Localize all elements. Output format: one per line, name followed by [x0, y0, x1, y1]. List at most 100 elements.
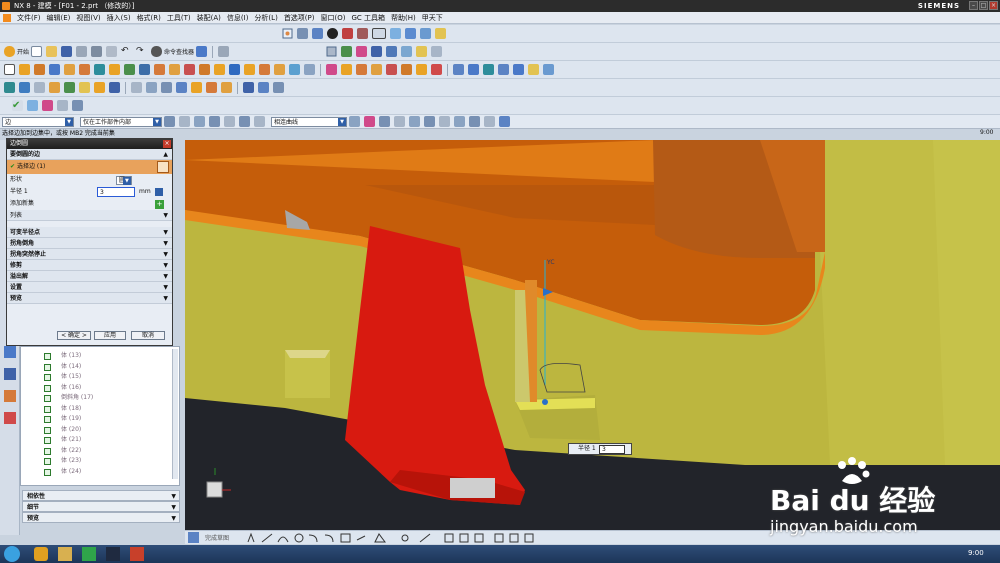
tree-scrollbar[interactable]: [172, 349, 178, 479]
start-button[interactable]: 开始: [17, 47, 29, 56]
curve-rule-select[interactable]: 相连曲线: [271, 116, 347, 127]
snap-quadrant-icon[interactable]: [424, 116, 435, 127]
box-select-icon[interactable]: [499, 116, 510, 127]
command-finder-icon[interactable]: [151, 46, 163, 57]
radius-popup-input[interactable]: 3: [599, 445, 625, 454]
unite-icon[interactable]: [259, 64, 270, 75]
history-icon[interactable]: [4, 412, 16, 424]
snap-control-icon[interactable]: [379, 116, 390, 127]
tree-item[interactable]: 倒斜角 (17): [21, 393, 179, 404]
core-cavity-icon[interactable]: [273, 82, 284, 93]
through-curves-icon[interactable]: [468, 64, 479, 75]
copy-icon[interactable]: [91, 46, 103, 57]
helix-icon[interactable]: [94, 82, 105, 93]
datum-plane-icon[interactable]: [4, 82, 15, 93]
constraint-icon[interactable]: [356, 46, 368, 57]
cancel-button[interactable]: 取消: [131, 331, 165, 340]
edge-blend-icon[interactable]: [154, 64, 165, 75]
finish-sketch-icon[interactable]: [188, 532, 199, 543]
checkbox-icon[interactable]: [44, 416, 51, 423]
mirror-face-icon[interactable]: [431, 64, 442, 75]
sketch-icon[interactable]: [4, 64, 15, 75]
arc-icon[interactable]: [79, 82, 90, 93]
list-group[interactable]: 列表 ▼: [7, 210, 172, 221]
menu-format[interactable]: 格式(R): [137, 13, 161, 23]
deselect-all-icon[interactable]: [179, 116, 190, 127]
surface-icon[interactable]: [453, 64, 464, 75]
ruler-icon[interactable]: [416, 46, 428, 57]
work-layer-icon[interactable]: [405, 28, 416, 39]
checkbox-icon[interactable]: [44, 458, 51, 465]
menu-file[interactable]: 文件(F): [17, 13, 41, 23]
snap-intersection-icon[interactable]: [394, 116, 405, 127]
draft-icon[interactable]: [199, 64, 210, 75]
extrude-icon[interactable]: [19, 64, 30, 75]
add-set-icon[interactable]: +: [155, 200, 164, 209]
snap-on-face-icon[interactable]: [454, 116, 465, 127]
render-style-icon[interactable]: [327, 28, 338, 39]
scope-filter-select[interactable]: 仅在工作部件内部: [80, 116, 162, 127]
start-icon[interactable]: [4, 46, 15, 57]
split-body-icon[interactable]: [244, 64, 255, 75]
bounded-plane-icon[interactable]: [513, 64, 524, 75]
shape-select[interactable]: 圆形: [115, 176, 132, 185]
snap-endpoint-icon[interactable]: [349, 116, 360, 127]
mate-icon[interactable]: [371, 46, 383, 57]
pattern-icon[interactable]: [304, 64, 315, 75]
select-edge-icon[interactable]: [254, 116, 265, 127]
media-icon[interactable]: [130, 547, 144, 561]
sync-offset-icon[interactable]: [341, 64, 352, 75]
tree-item[interactable]: 体 (20): [21, 425, 179, 436]
group-corner-setback[interactable]: 拐角倒角 ▼: [7, 238, 172, 249]
replace-face-icon[interactable]: [356, 64, 367, 75]
checkbox-icon[interactable]: [44, 384, 51, 392]
menu-gc-toolbox[interactable]: GC 工具箱: [351, 13, 385, 23]
app-icon[interactable]: [82, 547, 96, 561]
group-overflow[interactable]: 溢出解 ▼: [7, 271, 172, 282]
assembly-icon[interactable]: [326, 46, 337, 57]
tree-item[interactable]: 体 (23): [21, 456, 179, 467]
menu-insert[interactable]: 插入(S): [107, 13, 131, 23]
radius-input[interactable]: 3: [97, 187, 135, 197]
fit-view-icon[interactable]: [282, 28, 293, 39]
menu-assembly[interactable]: 装配(A): [197, 13, 221, 23]
selection-mode-icon[interactable]: [164, 116, 175, 127]
menu-analysis[interactable]: 分析(L): [254, 13, 277, 23]
select-edge-row[interactable]: ✔ 选择边 (1): [7, 160, 172, 174]
tree-item[interactable]: 体 (14): [21, 362, 179, 373]
snap-bounded-icon[interactable]: [484, 116, 495, 127]
checkbox-icon[interactable]: [44, 426, 51, 434]
explorer-icon[interactable]: [58, 547, 72, 561]
dialog-close-button[interactable]: ×: [163, 140, 171, 148]
menu-tools[interactable]: 工具(T): [167, 13, 191, 23]
radius-menu-icon[interactable]: [155, 188, 163, 196]
group-variable-radius[interactable]: 可变半径点 ▼: [7, 227, 172, 238]
mold-tool-icon[interactable]: [243, 82, 254, 93]
tree-item[interactable]: 体 (21): [21, 435, 179, 446]
group-stop-short[interactable]: 拐角突然停止 ▼: [7, 249, 172, 260]
open-file-icon[interactable]: [46, 46, 58, 57]
snap-view-icon[interactable]: [435, 28, 446, 39]
section-view-icon[interactable]: [27, 100, 38, 111]
checkbox-icon[interactable]: [44, 405, 51, 413]
suppress-feature-icon[interactable]: [221, 82, 232, 93]
snap-point-icon[interactable]: [469, 116, 480, 127]
sync-move-icon[interactable]: [326, 64, 337, 75]
revolve-icon[interactable]: [34, 64, 45, 75]
tree-item[interactable]: 体 (13): [21, 351, 179, 362]
menu-help[interactable]: 帮助(H): [391, 13, 416, 23]
rib-icon[interactable]: [139, 64, 150, 75]
checkbox-icon[interactable]: [44, 437, 51, 444]
boss-icon[interactable]: [64, 64, 75, 75]
checkbox-icon[interactable]: [44, 353, 51, 360]
slot-icon[interactable]: [109, 64, 120, 75]
snap-center-icon[interactable]: [409, 116, 420, 127]
project-curve-icon[interactable]: [109, 82, 120, 93]
sketch-tools[interactable]: [245, 532, 585, 544]
checkbox-icon[interactable]: [44, 374, 51, 381]
thicken-icon[interactable]: [543, 64, 554, 75]
finish-sketch-label[interactable]: 完成草图: [205, 533, 229, 542]
hidden-edge-icon[interactable]: [357, 28, 368, 39]
tree-item[interactable]: 体 (15): [21, 372, 179, 383]
apply-button[interactable]: 应用: [94, 331, 126, 340]
